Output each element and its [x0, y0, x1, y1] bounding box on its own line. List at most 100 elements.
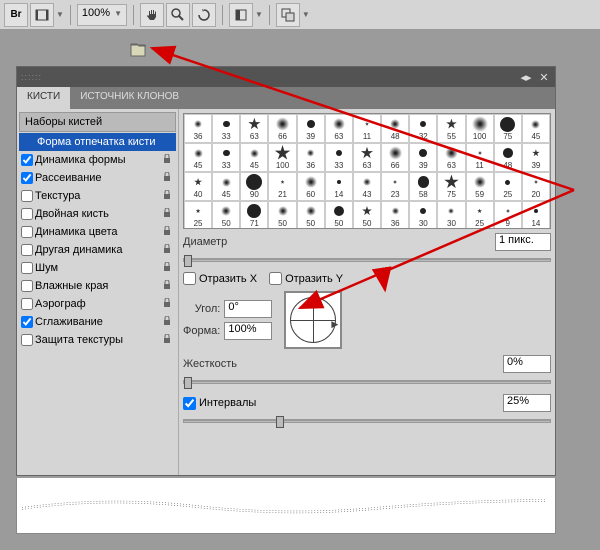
brush-presets-grid[interactable]: 3633636639631148325510075454533451003633… — [183, 113, 551, 229]
sidebar-item-5[interactable]: Динамика цвета — [19, 223, 176, 241]
brush-preset[interactable]: 100 — [268, 143, 296, 172]
film-strip-icon[interactable] — [30, 3, 54, 27]
brush-preset[interactable]: 75 — [437, 172, 465, 201]
brush-preset[interactable]: 66 — [268, 114, 296, 143]
brush-preset[interactable]: 36 — [184, 114, 212, 143]
spacing-input[interactable]: 25% — [503, 394, 551, 412]
brush-preset[interactable]: 25 — [466, 201, 494, 229]
brush-preset[interactable]: 50 — [212, 201, 240, 229]
brush-preset[interactable]: 39 — [297, 114, 325, 143]
brush-preset[interactable]: 33 — [212, 143, 240, 172]
arrange-icon[interactable] — [276, 3, 300, 27]
brush-preset[interactable]: 45 — [184, 143, 212, 172]
brush-preset[interactable]: 50 — [268, 201, 296, 229]
brush-preset[interactable]: 32 — [409, 114, 437, 143]
brush-preset[interactable]: 43 — [353, 172, 381, 201]
brush-preset[interactable]: 55 — [437, 114, 465, 143]
sidebar-checkbox-11[interactable] — [21, 334, 33, 346]
sidebar-item-7[interactable]: Шум — [19, 259, 176, 277]
brush-preset[interactable]: 20 — [522, 172, 550, 201]
zoom-tool-icon[interactable] — [166, 3, 190, 27]
sidebar-checkbox-8[interactable] — [21, 280, 33, 292]
spacing-checkbox[interactable]: Интервалы — [183, 397, 256, 410]
sidebar-checkbox-9[interactable] — [21, 298, 33, 310]
brush-preset[interactable]: 100 — [466, 114, 494, 143]
sidebar-item-2[interactable]: Рассеивание — [19, 169, 176, 187]
brush-preset[interactable]: 36 — [297, 143, 325, 172]
sidebar-checkbox-2[interactable] — [21, 172, 33, 184]
angle-input[interactable]: 0° — [224, 300, 272, 318]
sidebar-item-9[interactable]: Аэрограф — [19, 295, 176, 313]
brush-preset[interactable]: 50 — [353, 201, 381, 229]
brush-preset[interactable]: 33 — [325, 143, 353, 172]
flip-y-checkbox[interactable]: Отразить Y — [269, 272, 343, 285]
brush-preset[interactable]: 58 — [409, 172, 437, 201]
close-icon[interactable]: ✕ — [537, 70, 551, 84]
brush-preset[interactable]: 75 — [494, 114, 522, 143]
brush-preset[interactable]: 45 — [522, 114, 550, 143]
panel-header[interactable]: :::::: ◂▸ ✕ — [17, 67, 555, 87]
brush-preset[interactable]: 45 — [212, 172, 240, 201]
sidebar-item-11[interactable]: Защита текстуры — [19, 331, 176, 349]
brush-preset[interactable]: 25 — [184, 201, 212, 229]
brush-preset[interactable]: 14 — [325, 172, 353, 201]
diameter-input[interactable]: 1 пикс. — [495, 233, 551, 251]
sidebar-checkbox-1[interactable] — [21, 154, 33, 166]
sidebar-item-4[interactable]: Двойная кисть — [19, 205, 176, 223]
tab-clone-source[interactable]: ИСТОЧНИК КЛОНОВ — [70, 87, 189, 109]
spacing-slider[interactable] — [183, 419, 551, 423]
hardness-slider[interactable] — [183, 380, 551, 384]
brush-preset[interactable]: 50 — [297, 201, 325, 229]
bridge-button[interactable]: Br — [4, 3, 28, 27]
sidebar-checkbox-3[interactable] — [21, 190, 33, 202]
sidebar-item-0[interactable]: Форма отпечатка кисти — [19, 133, 176, 151]
brush-preset[interactable]: 33 — [212, 114, 240, 143]
document-icon[interactable] — [130, 42, 148, 61]
screen-mode-icon[interactable] — [229, 3, 253, 27]
sidebar-item-1[interactable]: Динамика формы — [19, 151, 176, 169]
sidebar-item-10[interactable]: Сглаживание — [19, 313, 176, 331]
sidebar-checkbox-4[interactable] — [21, 208, 33, 220]
brush-preset[interactable]: 11 — [466, 143, 494, 172]
brush-preset[interactable]: 40 — [184, 172, 212, 201]
brush-preset[interactable]: 60 — [297, 172, 325, 201]
hand-tool-icon[interactable] — [140, 3, 164, 27]
brush-preset[interactable]: 14 — [522, 201, 550, 229]
brush-preset[interactable]: 50 — [325, 201, 353, 229]
brush-preset[interactable]: 30 — [409, 201, 437, 229]
hardness-input[interactable]: 0% — [503, 355, 551, 373]
flip-x-checkbox[interactable]: Отразить X — [183, 272, 257, 285]
brush-preset[interactable]: 90 — [240, 172, 268, 201]
sidebar-checkbox-6[interactable] — [21, 244, 33, 256]
zoom-select[interactable]: 100% — [77, 4, 127, 26]
brush-preset[interactable]: 23 — [381, 172, 409, 201]
brush-preset[interactable]: 36 — [381, 201, 409, 229]
brush-preset[interactable]: 63 — [353, 143, 381, 172]
sidebar-item-3[interactable]: Текстура — [19, 187, 176, 205]
brush-preset[interactable]: 48 — [494, 143, 522, 172]
brush-preset[interactable]: 66 — [381, 143, 409, 172]
brush-preset[interactable]: 9 — [494, 201, 522, 229]
sidebar-header[interactable]: Наборы кистей — [19, 112, 176, 132]
sidebar-checkbox-7[interactable] — [21, 262, 33, 274]
brush-preset[interactable]: 25 — [494, 172, 522, 201]
brush-preset[interactable]: 39 — [522, 143, 550, 172]
tab-brushes[interactable]: КИСТИ — [17, 87, 70, 109]
brush-preset[interactable]: 63 — [325, 114, 353, 143]
angle-dial[interactable]: ▶ — [284, 291, 342, 349]
brush-preset[interactable]: 21 — [268, 172, 296, 201]
collapse-icon[interactable]: ◂▸ — [519, 70, 533, 84]
sidebar-checkbox-5[interactable] — [21, 226, 33, 238]
brush-preset[interactable]: 45 — [240, 143, 268, 172]
brush-preset[interactable]: 30 — [437, 201, 465, 229]
sidebar-item-8[interactable]: Влажные края — [19, 277, 176, 295]
brush-preset[interactable]: 39 — [409, 143, 437, 172]
rotate-tool-icon[interactable] — [192, 3, 216, 27]
sidebar-item-6[interactable]: Другая динамика — [19, 241, 176, 259]
brush-preset[interactable]: 71 — [240, 201, 268, 229]
diameter-slider[interactable] — [183, 258, 551, 262]
brush-preset[interactable]: 63 — [437, 143, 465, 172]
shape-input[interactable]: 100% — [224, 322, 272, 340]
brush-preset[interactable]: 48 — [381, 114, 409, 143]
brush-preset[interactable]: 63 — [240, 114, 268, 143]
